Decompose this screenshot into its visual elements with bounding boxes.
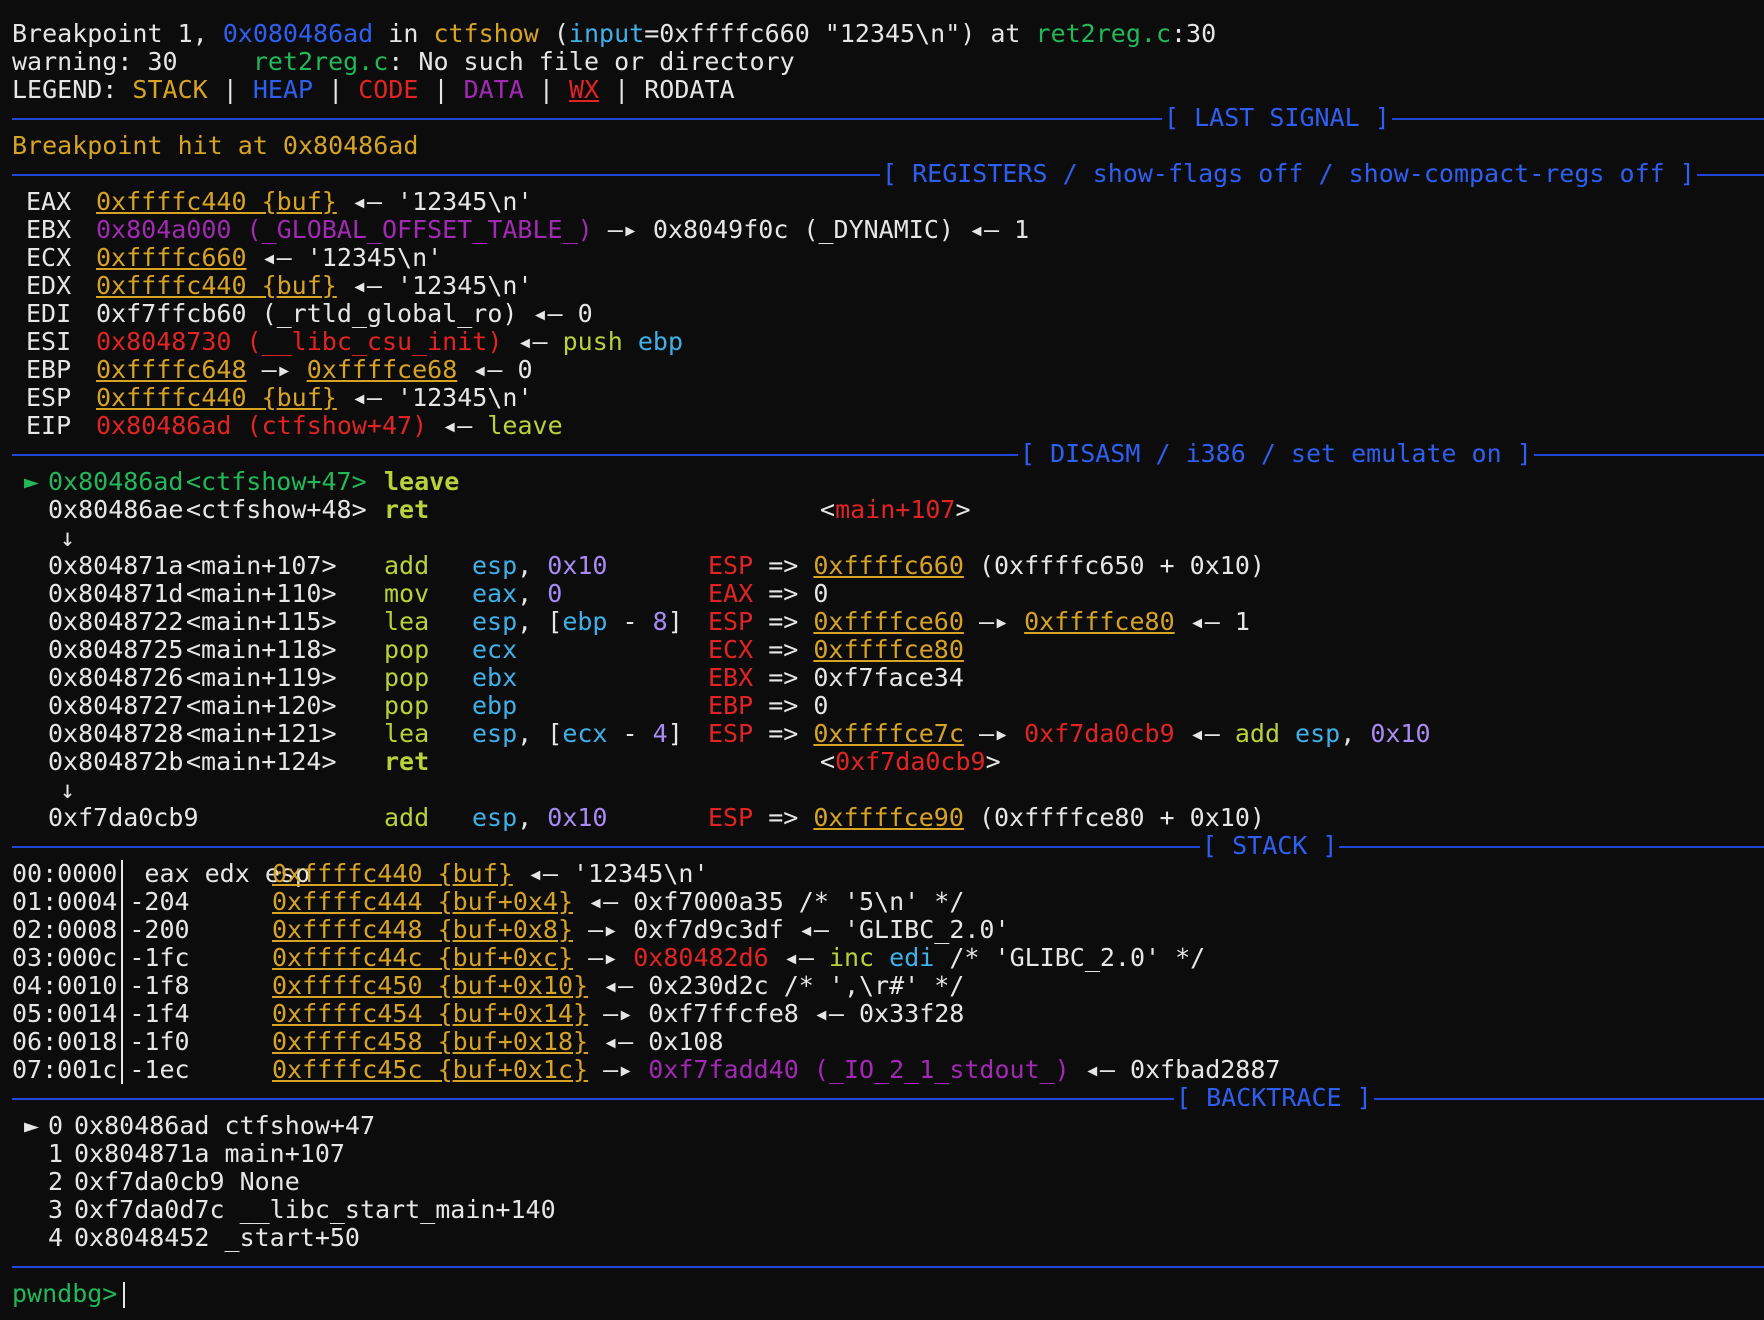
section-stack: [ STACK ] — [12, 832, 1764, 860]
backtrace-frame[interactable]: 2 0xf7da0cb9 None — [12, 1168, 1764, 1196]
flow-arrow: ↓ — [12, 776, 1764, 804]
register-esi: ESI 0x8048730 (__libc_csu_init) ◂— push e… — [26, 327, 684, 356]
stack-row[interactable]: 06:0018 -1f0 0xffffc458 {buf+0x18} ◂— 0x10… — [12, 1028, 1764, 1056]
section-backtrace: [ BACKTRACE ] — [12, 1084, 1764, 1112]
current-frame-marker: ► — [24, 1111, 40, 1140]
breakpoint-line: Breakpoint 1, 0x080486ad in ctfshow (inp… — [12, 19, 1217, 48]
section-title: [ LAST SIGNAL ] — [1162, 103, 1392, 132]
section-disasm: [ DISASM / i386 / set emulate on ] — [12, 440, 1764, 468]
section-title: [ DISASM / i386 / set emulate on ] — [1018, 439, 1534, 468]
text-cursor[interactable] — [123, 1282, 126, 1308]
backtrace-frame[interactable]: 3 0xf7da0d7c __libc_start_main+140 — [12, 1196, 1764, 1224]
register-ecx: ECX 0xffffc660 ◂— '12345\n' — [26, 243, 443, 272]
disasm-row[interactable]: 0x80486ae <ctfshow+48> ret <main+107> — [12, 496, 1764, 524]
stack-row[interactable]: 02:0008 -200 0xffffc448 {buf+0x8} —▸ 0xf7d… — [12, 916, 1764, 944]
register-esp: ESP 0xffffc440 {buf} ◂— '12345\n' — [26, 383, 533, 412]
prompt-label: pwndbg> — [12, 1279, 118, 1308]
register-eip: EIP 0x80486ad (ctfshow+47) ◂— leave — [26, 411, 563, 440]
disasm-row[interactable]: 0x804872b <main+124> ret <0xf7da0cb9> — [12, 748, 1764, 776]
stack-row[interactable]: 01:0004 -204 0xffffc444 {buf+0x4} ◂— 0xf70… — [12, 888, 1764, 916]
section-title: [ BACKTRACE ] — [1174, 1083, 1374, 1112]
disasm-row[interactable]: 0x8048726 <main+119> pop ebx EBX => 0xf7… — [12, 664, 1764, 692]
legend-line: LEGEND: STACK | HEAP | CODE | DATA | WX … — [12, 75, 735, 104]
disasm-row[interactable]: 0x8048725 <main+118> pop ecx ECX => 0xff… — [12, 636, 1764, 664]
disasm-row-current[interactable]: ► 0x80486ad <ctfshow+47> leave — [12, 468, 1764, 496]
register-ebx: EBX 0x804a000 (_GLOBAL_OFFSET_TABLE_) —▸ … — [26, 215, 1030, 244]
disasm-row[interactable]: 0x804871d <main+110> mov eax, 0 EAX => 0 — [12, 580, 1764, 608]
register-ebp: EBP 0xffffc648 —▸ 0xffffce68 ◂— 0 — [26, 355, 533, 384]
stack-row[interactable]: 05:0014 -1f4 0xffffc454 {buf+0x14} —▸ 0xf7… — [12, 1000, 1764, 1028]
disasm-row[interactable]: 0xf7da0cb9 add esp, 0x10 ESP => 0xffffce… — [12, 804, 1764, 832]
backtrace-frame[interactable]: ► 0 0x80486ad ctfshow+47 — [12, 1112, 1764, 1140]
section-last-signal: [ LAST SIGNAL ] — [12, 104, 1764, 132]
stack-row[interactable]: 00:0000 eax edx esp 0xffffc440 {buf} ◂— '… — [12, 860, 1764, 888]
section-title: [ REGISTERS / show-flags off / show-comp… — [880, 159, 1697, 188]
disasm-row[interactable]: 0x8048727 <main+120> pop ebp EBP => 0 — [12, 692, 1764, 720]
warning-line: warning: 30 ret2reg.c: No such file or d… — [12, 47, 795, 76]
disasm-row[interactable]: 0x8048722 <main+115> lea esp, [ebp - 8] … — [12, 608, 1764, 636]
register-edx: EDX 0xffffc440 {buf} ◂— '12345\n' — [26, 271, 533, 300]
signal-text: Breakpoint hit at 0x80486ad — [12, 131, 419, 160]
section-end — [12, 1252, 1764, 1280]
terminal[interactable]: Breakpoint 1, 0x080486ad in ctfshow (inp… — [0, 0, 1764, 1320]
register-edi: EDI 0xf7ffcb60 (_rtld_global_ro) ◂— 0 — [26, 299, 593, 328]
current-instruction-marker: ► — [24, 467, 40, 496]
disasm-row[interactable]: 0x804871a <main+107> add esp, 0x10 ESP =… — [12, 552, 1764, 580]
down-arrow-icon: ↓ — [60, 523, 76, 552]
command-prompt[interactable]: pwndbg> — [12, 1280, 1764, 1308]
section-title: [ STACK ] — [1200, 831, 1340, 860]
backtrace-frame[interactable]: 4 0x8048452 _start+50 — [12, 1224, 1764, 1252]
stack-row[interactable]: 07:001c -1ec 0xffffc45c {buf+0x1c} —▸ 0xf7… — [12, 1056, 1764, 1084]
section-registers: [ REGISTERS / show-flags off / show-comp… — [12, 160, 1764, 188]
stack-row[interactable]: 03:000c -1fc 0xffffc44c {buf+0xc} —▸ 0x804… — [12, 944, 1764, 972]
flow-arrow: ↓ — [12, 524, 1764, 552]
stack-row[interactable]: 04:0010 -1f8 0xffffc450 {buf+0x10} ◂— 0x23… — [12, 972, 1764, 1000]
disasm-row[interactable]: 0x8048728 <main+121> lea esp, [ecx - 4] … — [12, 720, 1764, 748]
backtrace-frame[interactable]: 1 0x804871a main+107 — [12, 1140, 1764, 1168]
register-eax: EAX 0xffffc440 {buf} ◂— '12345\n' — [26, 187, 533, 216]
down-arrow-icon: ↓ — [60, 775, 76, 804]
